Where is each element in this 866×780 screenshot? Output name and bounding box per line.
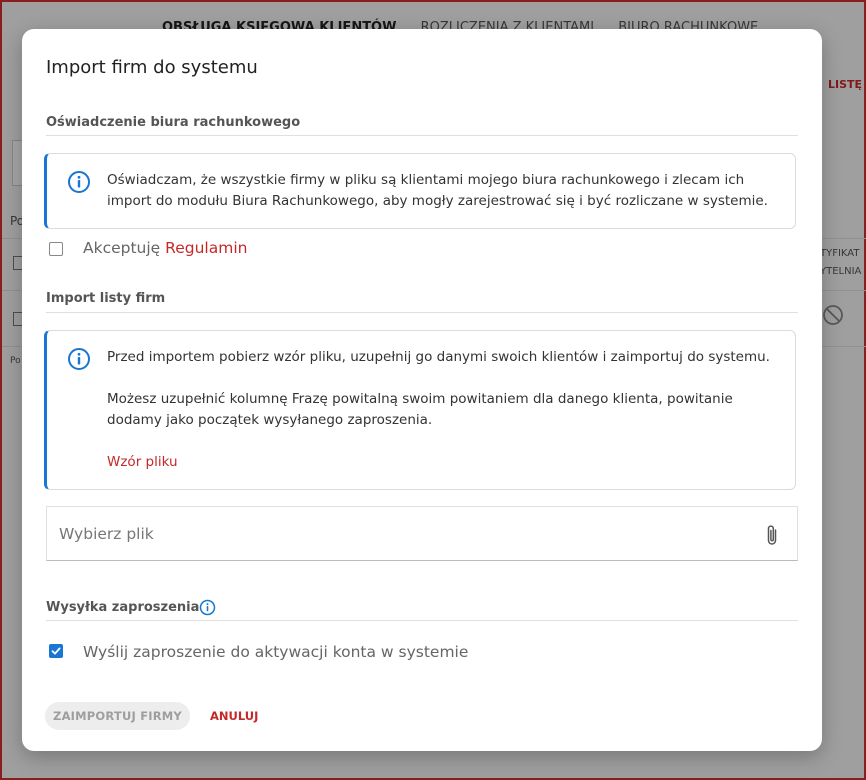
accept-terms-label: Akceptuję Regulamin xyxy=(83,239,247,257)
cancel-button[interactable]: ANULUJ xyxy=(210,702,258,730)
section-divider xyxy=(46,620,798,621)
info-circle-icon xyxy=(68,171,90,193)
send-invitation-label: Wyślij zaproszenie do aktywacji konta w … xyxy=(83,643,469,661)
import-instructions-1: Przed importem pobierz wzór pliku, uzupe… xyxy=(107,349,770,365)
send-invitation-checkbox[interactable] xyxy=(49,644,63,658)
import-firms-button[interactable]: ZAIMPORTUJ FIRMY xyxy=(45,702,190,730)
file-picker-placeholder: Wybierz plik xyxy=(59,525,154,543)
import-dialog: Import firm do systemu Oświadczenie biur… xyxy=(22,29,822,751)
terms-link[interactable]: Regulamin xyxy=(165,239,247,257)
section-divider xyxy=(46,312,798,313)
paperclip-icon[interactable] xyxy=(761,523,783,547)
import-info-box: Przed importem pobierz wzór pliku, uzupe… xyxy=(44,330,796,490)
invitation-section-title: Wysyłka zaproszenia xyxy=(46,600,200,615)
declaration-info-box: Oświadczam, że wszystkie firmy w pliku s… xyxy=(44,153,796,229)
template-download-link[interactable]: Wzór pliku xyxy=(107,454,178,470)
dialog-title: Import firm do systemu xyxy=(46,57,258,78)
file-picker-field[interactable]: Wybierz plik xyxy=(46,506,798,561)
accept-terms-text: Akceptuję xyxy=(83,239,166,257)
check-icon xyxy=(51,647,61,655)
section-divider xyxy=(46,135,798,136)
declaration-section-title: Oświadczenie biura rachunkowego xyxy=(46,115,301,130)
info-circle-icon[interactable] xyxy=(199,599,216,616)
import-instructions-2: Możesz uzupełnić kolumnę Frazę powitalną… xyxy=(107,391,733,428)
declaration-text: Oświadczam, że wszystkie firmy w pliku s… xyxy=(107,172,768,209)
import-section-title: Import listy firm xyxy=(46,291,166,306)
info-circle-icon xyxy=(68,348,90,370)
accept-terms-checkbox[interactable] xyxy=(49,242,63,256)
template-link-wrapper: Wzór pliku xyxy=(107,452,779,473)
